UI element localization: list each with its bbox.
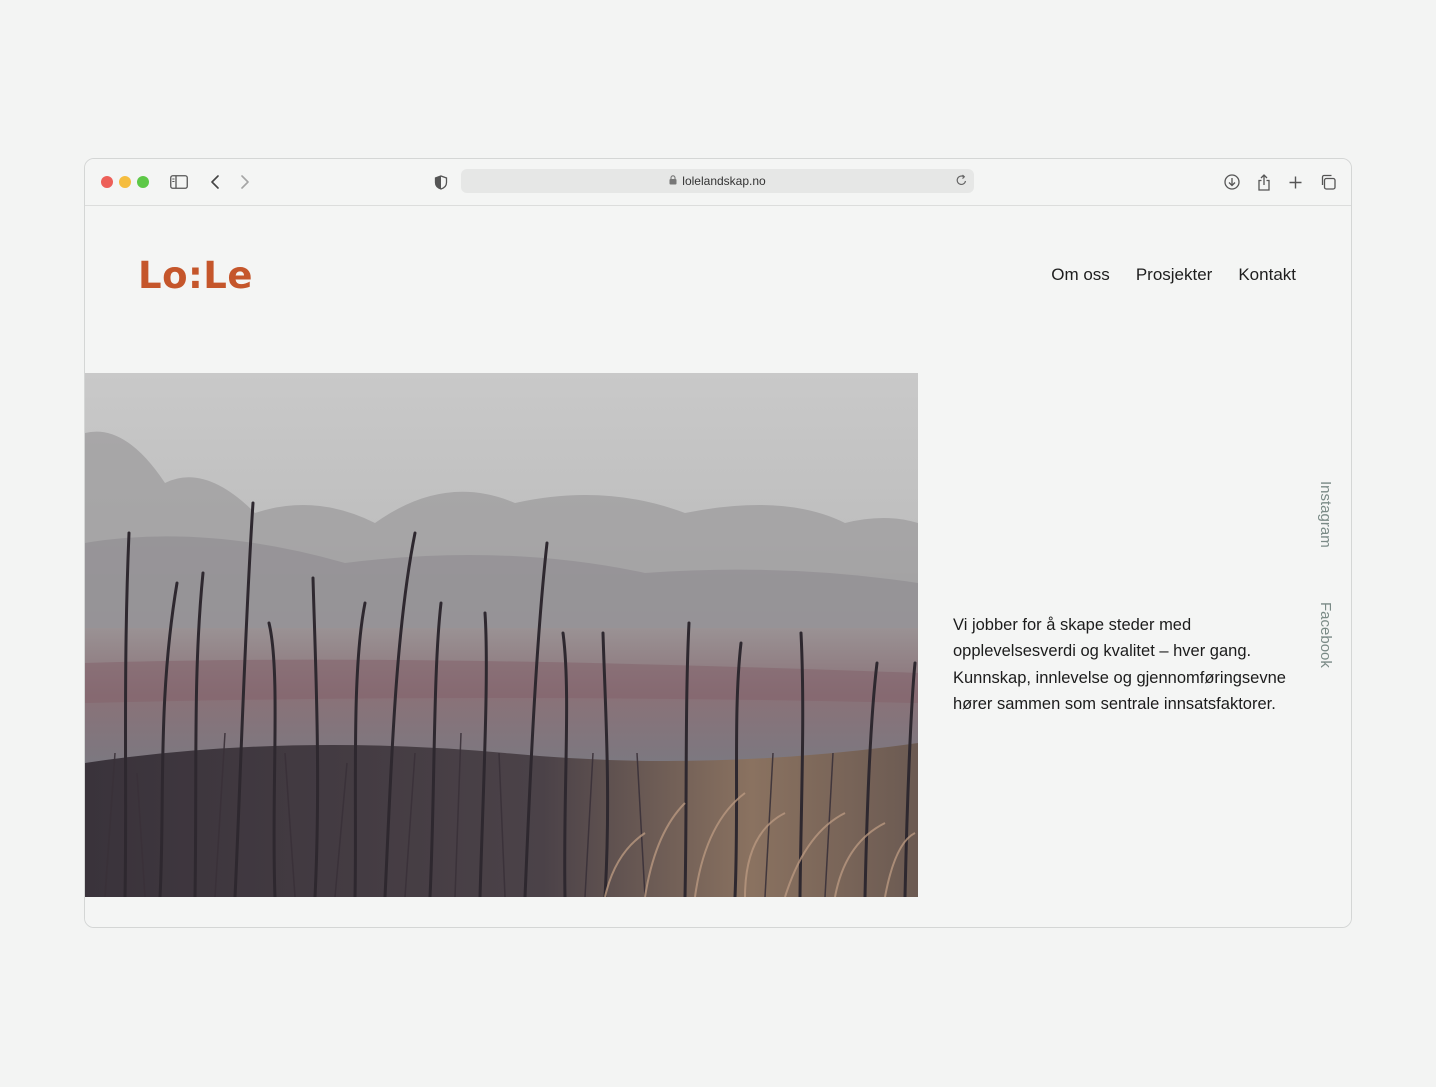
- browser-toolbar: lolelandskap.no: [85, 159, 1351, 206]
- url-text: lolelandskap.no: [682, 174, 766, 188]
- instagram-link[interactable]: Instagram: [1317, 481, 1334, 548]
- nav-item-om-oss[interactable]: Om oss: [1051, 265, 1110, 285]
- back-icon[interactable]: [204, 171, 226, 193]
- minimize-window-button[interactable]: [119, 176, 131, 188]
- browser-window: lolelandskap.no Lo:Le Om oss Prosjekter …: [84, 158, 1352, 928]
- intro-text: Vi jobber for å skape steder med oppleve…: [953, 615, 1286, 714]
- fullscreen-window-button[interactable]: [137, 176, 149, 188]
- nav-item-prosjekter[interactable]: Prosjekter: [1136, 265, 1213, 285]
- address-bar[interactable]: lolelandskap.no: [461, 169, 974, 193]
- download-icon[interactable]: [1221, 171, 1243, 193]
- hero-image: [85, 373, 918, 897]
- facebook-link[interactable]: Facebook: [1317, 602, 1334, 668]
- reload-icon[interactable]: [955, 173, 968, 190]
- forward-icon[interactable]: [234, 171, 256, 193]
- close-window-button[interactable]: [101, 176, 113, 188]
- lock-icon: [669, 174, 677, 188]
- site-logo[interactable]: Lo:Le: [138, 254, 253, 297]
- share-icon[interactable]: [1253, 171, 1275, 193]
- nav-item-kontakt[interactable]: Kontakt: [1238, 265, 1296, 285]
- web-page: Lo:Le Om oss Prosjekter Kontakt Vi jobbe…: [85, 206, 1351, 927]
- tabs-overview-icon[interactable]: [1317, 171, 1339, 193]
- shield-icon[interactable]: [430, 171, 452, 193]
- new-tab-icon[interactable]: [1284, 171, 1306, 193]
- main-nav: Om oss Prosjekter Kontakt: [1051, 265, 1296, 285]
- sidebar-icon[interactable]: [168, 171, 190, 193]
